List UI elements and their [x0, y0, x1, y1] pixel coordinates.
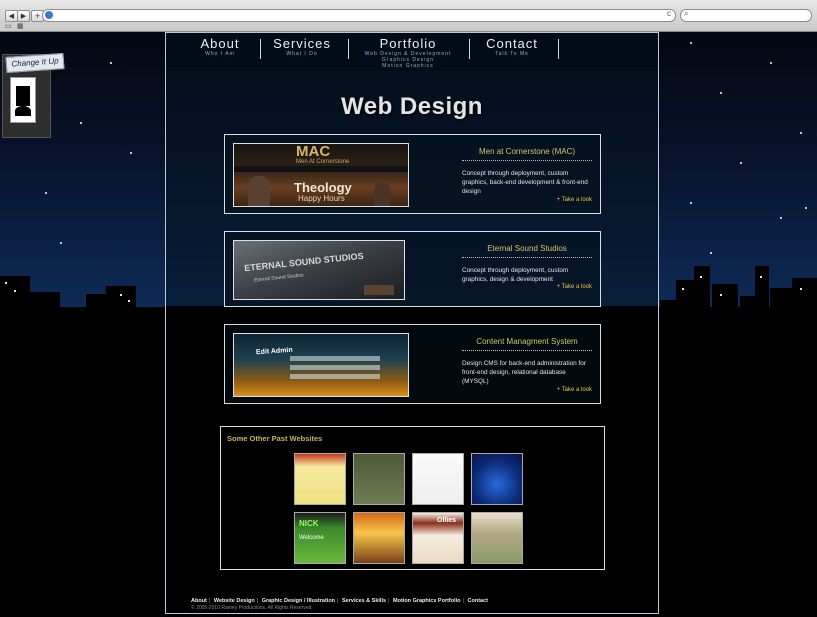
other-websites-section: Some Other Past Websites NICK Welcome Ol…	[220, 426, 605, 570]
footer-links: About | Website Design | Graphic Design / …	[191, 598, 488, 604]
page-title: Web Design	[341, 93, 483, 120]
project-screenshot[interactable]: Edit Admin	[233, 333, 409, 397]
copyright-text: © 2005-2010 Ramey Productions. All Right…	[191, 605, 313, 611]
reload-icon[interactable]: c	[667, 9, 671, 18]
top-navigation: About Who I Am Services What I Do Portfo…	[166, 33, 658, 71]
content-panel: About Who I Am Services What I Do Portfo…	[165, 32, 659, 614]
project-description: Design CMS for back-end administration f…	[462, 360, 586, 385]
search-field[interactable]: ⌕	[680, 9, 812, 22]
project-card-eternal-sound: ETERNAL SOUND STUDIOS Eternal Sound Stud…	[224, 231, 601, 307]
project-description: Concept through deployment, custom graph…	[462, 267, 569, 283]
browser-toolbar: ◀ ▶ + c ⌕ ▭ ▦	[0, 0, 817, 32]
project-title: Eternal Sound Studios	[462, 244, 592, 258]
nav-item-contact[interactable]: Contact Talk To Me	[478, 36, 546, 58]
website-thumbnail[interactable]: Ollies	[412, 512, 464, 564]
section-title: Some Other Past Websites	[227, 434, 323, 443]
nav-subtitle: Who I Am	[205, 51, 235, 57]
take-a-look-link[interactable]: + Take a look	[557, 387, 592, 393]
project-description: Concept through deployment, custom graph…	[462, 170, 588, 195]
nav-title: Portfolio	[379, 36, 437, 51]
footer-link[interactable]: Graphic Design / Illustration	[262, 598, 335, 604]
nav-subtitle-motion[interactable]: Motion Graphics	[358, 63, 458, 69]
website-thumbnail[interactable]: NICK Welcome	[294, 512, 346, 564]
magnifier-icon: ⌕	[684, 9, 689, 18]
nav-subtitle: What I Do	[286, 51, 318, 57]
bookmarks-book-icon[interactable]: ▭	[5, 22, 12, 30]
nav-item-services[interactable]: Services What I Do	[266, 36, 338, 58]
project-card-cms: Edit Admin Content Managment System Desi…	[224, 324, 601, 404]
website-thumbnail[interactable]	[471, 512, 523, 564]
project-title: Men at Cornerstone (MAC)	[462, 147, 592, 161]
website-thumbnail[interactable]	[353, 512, 405, 564]
nav-item-about[interactable]: About Who I Am	[190, 36, 250, 58]
project-screenshot[interactable]: ETERNAL SOUND STUDIOS Eternal Sound Stud…	[233, 240, 405, 300]
globe-icon	[45, 11, 53, 19]
nav-item-portfolio[interactable]: Portfolio Web Design & Development Graph…	[358, 36, 458, 70]
footer-link[interactable]: About	[191, 598, 207, 604]
website-thumbnail[interactable]	[294, 453, 346, 505]
project-title: Content Managment System	[462, 337, 592, 351]
website-thumbnail[interactable]	[353, 453, 405, 505]
website-thumbnail[interactable]	[412, 453, 464, 505]
footer-link[interactable]: Services & Skills	[342, 598, 386, 604]
footer-link[interactable]: Motion Graphics Portfolio	[393, 598, 461, 604]
take-a-look-link[interactable]: + Take a look	[557, 197, 592, 203]
top-sites-grid-icon[interactable]: ▦	[17, 22, 24, 30]
nav-subtitle: Talk To Me	[495, 51, 529, 57]
footer-link[interactable]: Contact	[468, 598, 488, 604]
project-card-mac: MAC Men At Cornerstone Theology Happy Ho…	[224, 134, 601, 214]
project-screenshot[interactable]: MAC Men At Cornerstone Theology Happy Ho…	[233, 143, 409, 207]
city-tree-icon	[10, 77, 36, 123]
website-thumbnail[interactable]	[471, 453, 523, 505]
forward-button[interactable]: ▶	[17, 10, 30, 22]
nav-title: Contact	[486, 36, 538, 51]
address-bar[interactable]: c	[42, 9, 676, 22]
footer-link[interactable]: Website Design	[214, 598, 255, 604]
nav-title: About	[200, 36, 240, 51]
take-a-look-link[interactable]: + Take a look	[557, 284, 592, 290]
nav-title: Services	[273, 36, 331, 51]
